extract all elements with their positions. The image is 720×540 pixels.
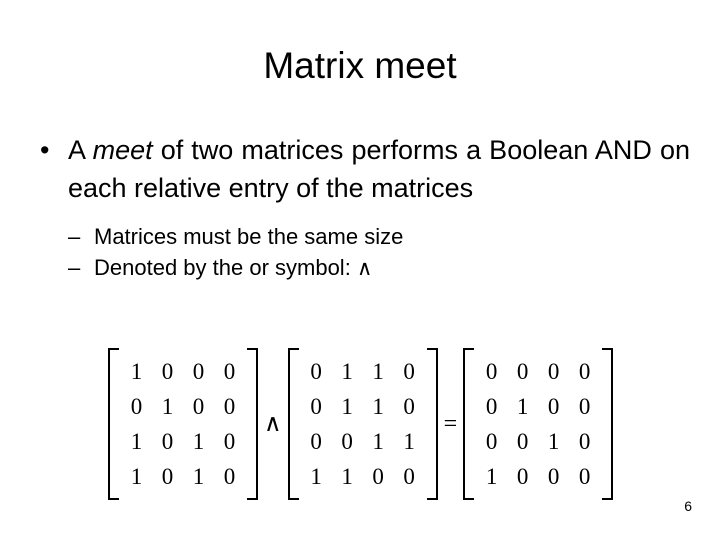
- bullet-main: • A meet of two matrices performs a Boole…: [30, 131, 690, 207]
- matrix-cell: 0: [547, 394, 560, 419]
- matrix-row: 1 1 0 0: [301, 459, 425, 494]
- matrix-cell: 1: [403, 429, 415, 454]
- matrix-row: 1 0 1 0: [121, 459, 245, 494]
- matrix-cell: 0: [547, 464, 560, 489]
- bracket-left-icon: [108, 348, 119, 500]
- matrix-row: 0 1 0 0: [476, 389, 600, 424]
- matrix-cell: 0: [130, 394, 143, 419]
- matrix-cell: 0: [223, 394, 236, 419]
- matrix-cell: 0: [516, 359, 529, 384]
- matrix-cell: 0: [578, 359, 591, 384]
- matrix-row: 1 0 0 0: [121, 354, 245, 389]
- matrix-cell: 0: [516, 464, 529, 489]
- matrix-cell: 0: [547, 359, 560, 384]
- matrix-cell: 0: [485, 359, 498, 384]
- sub-bullet-list: – Matrices must be the same size – Denoted…: [30, 221, 690, 284]
- meet-symbol-icon: ∧: [356, 256, 373, 280]
- matrix-cell: 1: [485, 464, 498, 489]
- matrix-cell: 1: [161, 394, 174, 419]
- matrix-cell: 1: [130, 464, 143, 489]
- matrix-cell: 0: [516, 429, 529, 454]
- matrix-row: 1 0 1 0: [121, 424, 245, 459]
- bracket-right-icon: [602, 348, 614, 500]
- bullet-main-text-after: of two matrices performs a Boolean AND o…: [68, 135, 690, 203]
- matrix-cell: 1: [341, 464, 353, 489]
- sub-bullet-label-2: Denoted by the or symbol:: [94, 255, 351, 280]
- matrix-cell: 1: [372, 394, 384, 419]
- matrix-cell: 0: [223, 359, 236, 384]
- dash-marker-icon: –: [68, 255, 81, 280]
- bracket-right-icon: [247, 348, 258, 500]
- matrix-result: 0 0 0 0 0 1 0 0 0 0 1 0 1 0 0 0: [463, 348, 614, 500]
- matrix-cell: 1: [341, 394, 353, 419]
- matrix-cell: 1: [516, 394, 529, 419]
- matrix-cell: 0: [161, 359, 174, 384]
- matrix-cell: 1: [372, 359, 384, 384]
- dash-marker-icon: –: [68, 224, 81, 249]
- matrix-cell: 0: [341, 429, 353, 454]
- matrix-cell: 1: [372, 429, 384, 454]
- matrix-row: 0 1 1 0: [301, 354, 425, 389]
- matrix-cell: 0: [403, 359, 415, 384]
- matrix-cell: 0: [310, 429, 322, 454]
- matrix-a-grid: 1 0 0 0 0 1 0 0 1 0 1 0 1 0 1 0: [121, 354, 245, 494]
- matrix-cell: 0: [578, 464, 591, 489]
- matrix-cell: 0: [192, 394, 205, 419]
- matrix-cell: 0: [485, 429, 498, 454]
- matrix-row: 0 0 1 1: [301, 424, 425, 459]
- matrix-result-grid: 0 0 0 0 0 1 0 0 0 0 1 0 1 0 0 0: [476, 354, 600, 494]
- matrix-cell: 1: [310, 464, 322, 489]
- matrix-cell: 0: [310, 359, 322, 384]
- matrix-row: 1 0 0 0: [476, 459, 600, 494]
- matrix-cell: 0: [485, 394, 498, 419]
- matrix-a: 1 0 0 0 0 1 0 0 1 0 1 0 1 0 1 0: [108, 348, 258, 500]
- matrix-row: 0 1 0 0: [121, 389, 245, 424]
- matrix-cell: 0: [161, 429, 174, 454]
- bullet-main-text-before: A: [68, 135, 85, 165]
- matrix-cell: 0: [578, 429, 591, 454]
- matrix-cell: 0: [192, 359, 205, 384]
- matrix-cell: 0: [403, 464, 415, 489]
- matrix-cell: 0: [223, 429, 236, 454]
- matrix-cell: 1: [547, 429, 560, 454]
- matrix-cell: 0: [310, 394, 322, 419]
- matrix-b: 0 1 1 0 0 1 1 0 0 0 1 1 1 1 0 0: [287, 348, 438, 500]
- bullet-marker-icon: •: [40, 135, 50, 165]
- matrix-cell: 0: [223, 464, 236, 489]
- bracket-left-icon: [287, 348, 299, 500]
- sub-bullet-item-1: – Matrices must be the same size: [68, 221, 690, 252]
- page-number: 6: [684, 498, 692, 514]
- sub-bullet-label-1: Matrices must be the same size: [94, 224, 404, 249]
- matrix-cell: 0: [578, 394, 591, 419]
- matrix-cell: 0: [372, 464, 384, 489]
- matrix-cell: 0: [161, 464, 174, 489]
- page-title: Matrix meet: [263, 45, 457, 86]
- slide: Matrix meet • A meet of two matrices perf…: [0, 0, 720, 540]
- bracket-right-icon: [426, 348, 438, 500]
- slide-body: • A meet of two matrices performs a Boole…: [30, 131, 690, 284]
- matrix-row: 0 1 1 0: [301, 389, 425, 424]
- matrix-cell: 1: [130, 429, 143, 454]
- matrix-cell: 1: [192, 464, 205, 489]
- matrix-equation: 1 0 0 0 0 1 0 0 1 0 1 0 1 0 1 0 ∧ 0 1 1 …: [108, 348, 614, 500]
- matrix-cell: 0: [403, 394, 415, 419]
- matrix-cell: 1: [341, 359, 353, 384]
- matrix-row: 0 0 0 0: [476, 354, 600, 389]
- matrix-cell: 1: [130, 359, 143, 384]
- meet-operator-icon: ∧: [264, 411, 282, 437]
- sub-bullet-item-2: – Denoted by the or symbol: ∧: [68, 252, 690, 284]
- equals-operator-icon: =: [443, 411, 458, 437]
- matrix-b-grid: 0 1 1 0 0 1 1 0 0 0 1 1 1 1 0 0: [301, 354, 425, 494]
- matrix-cell: 1: [192, 429, 205, 454]
- matrix-row: 0 0 1 0: [476, 424, 600, 459]
- bullet-main-emphasis: meet: [92, 135, 153, 165]
- bracket-left-icon: [463, 348, 475, 500]
